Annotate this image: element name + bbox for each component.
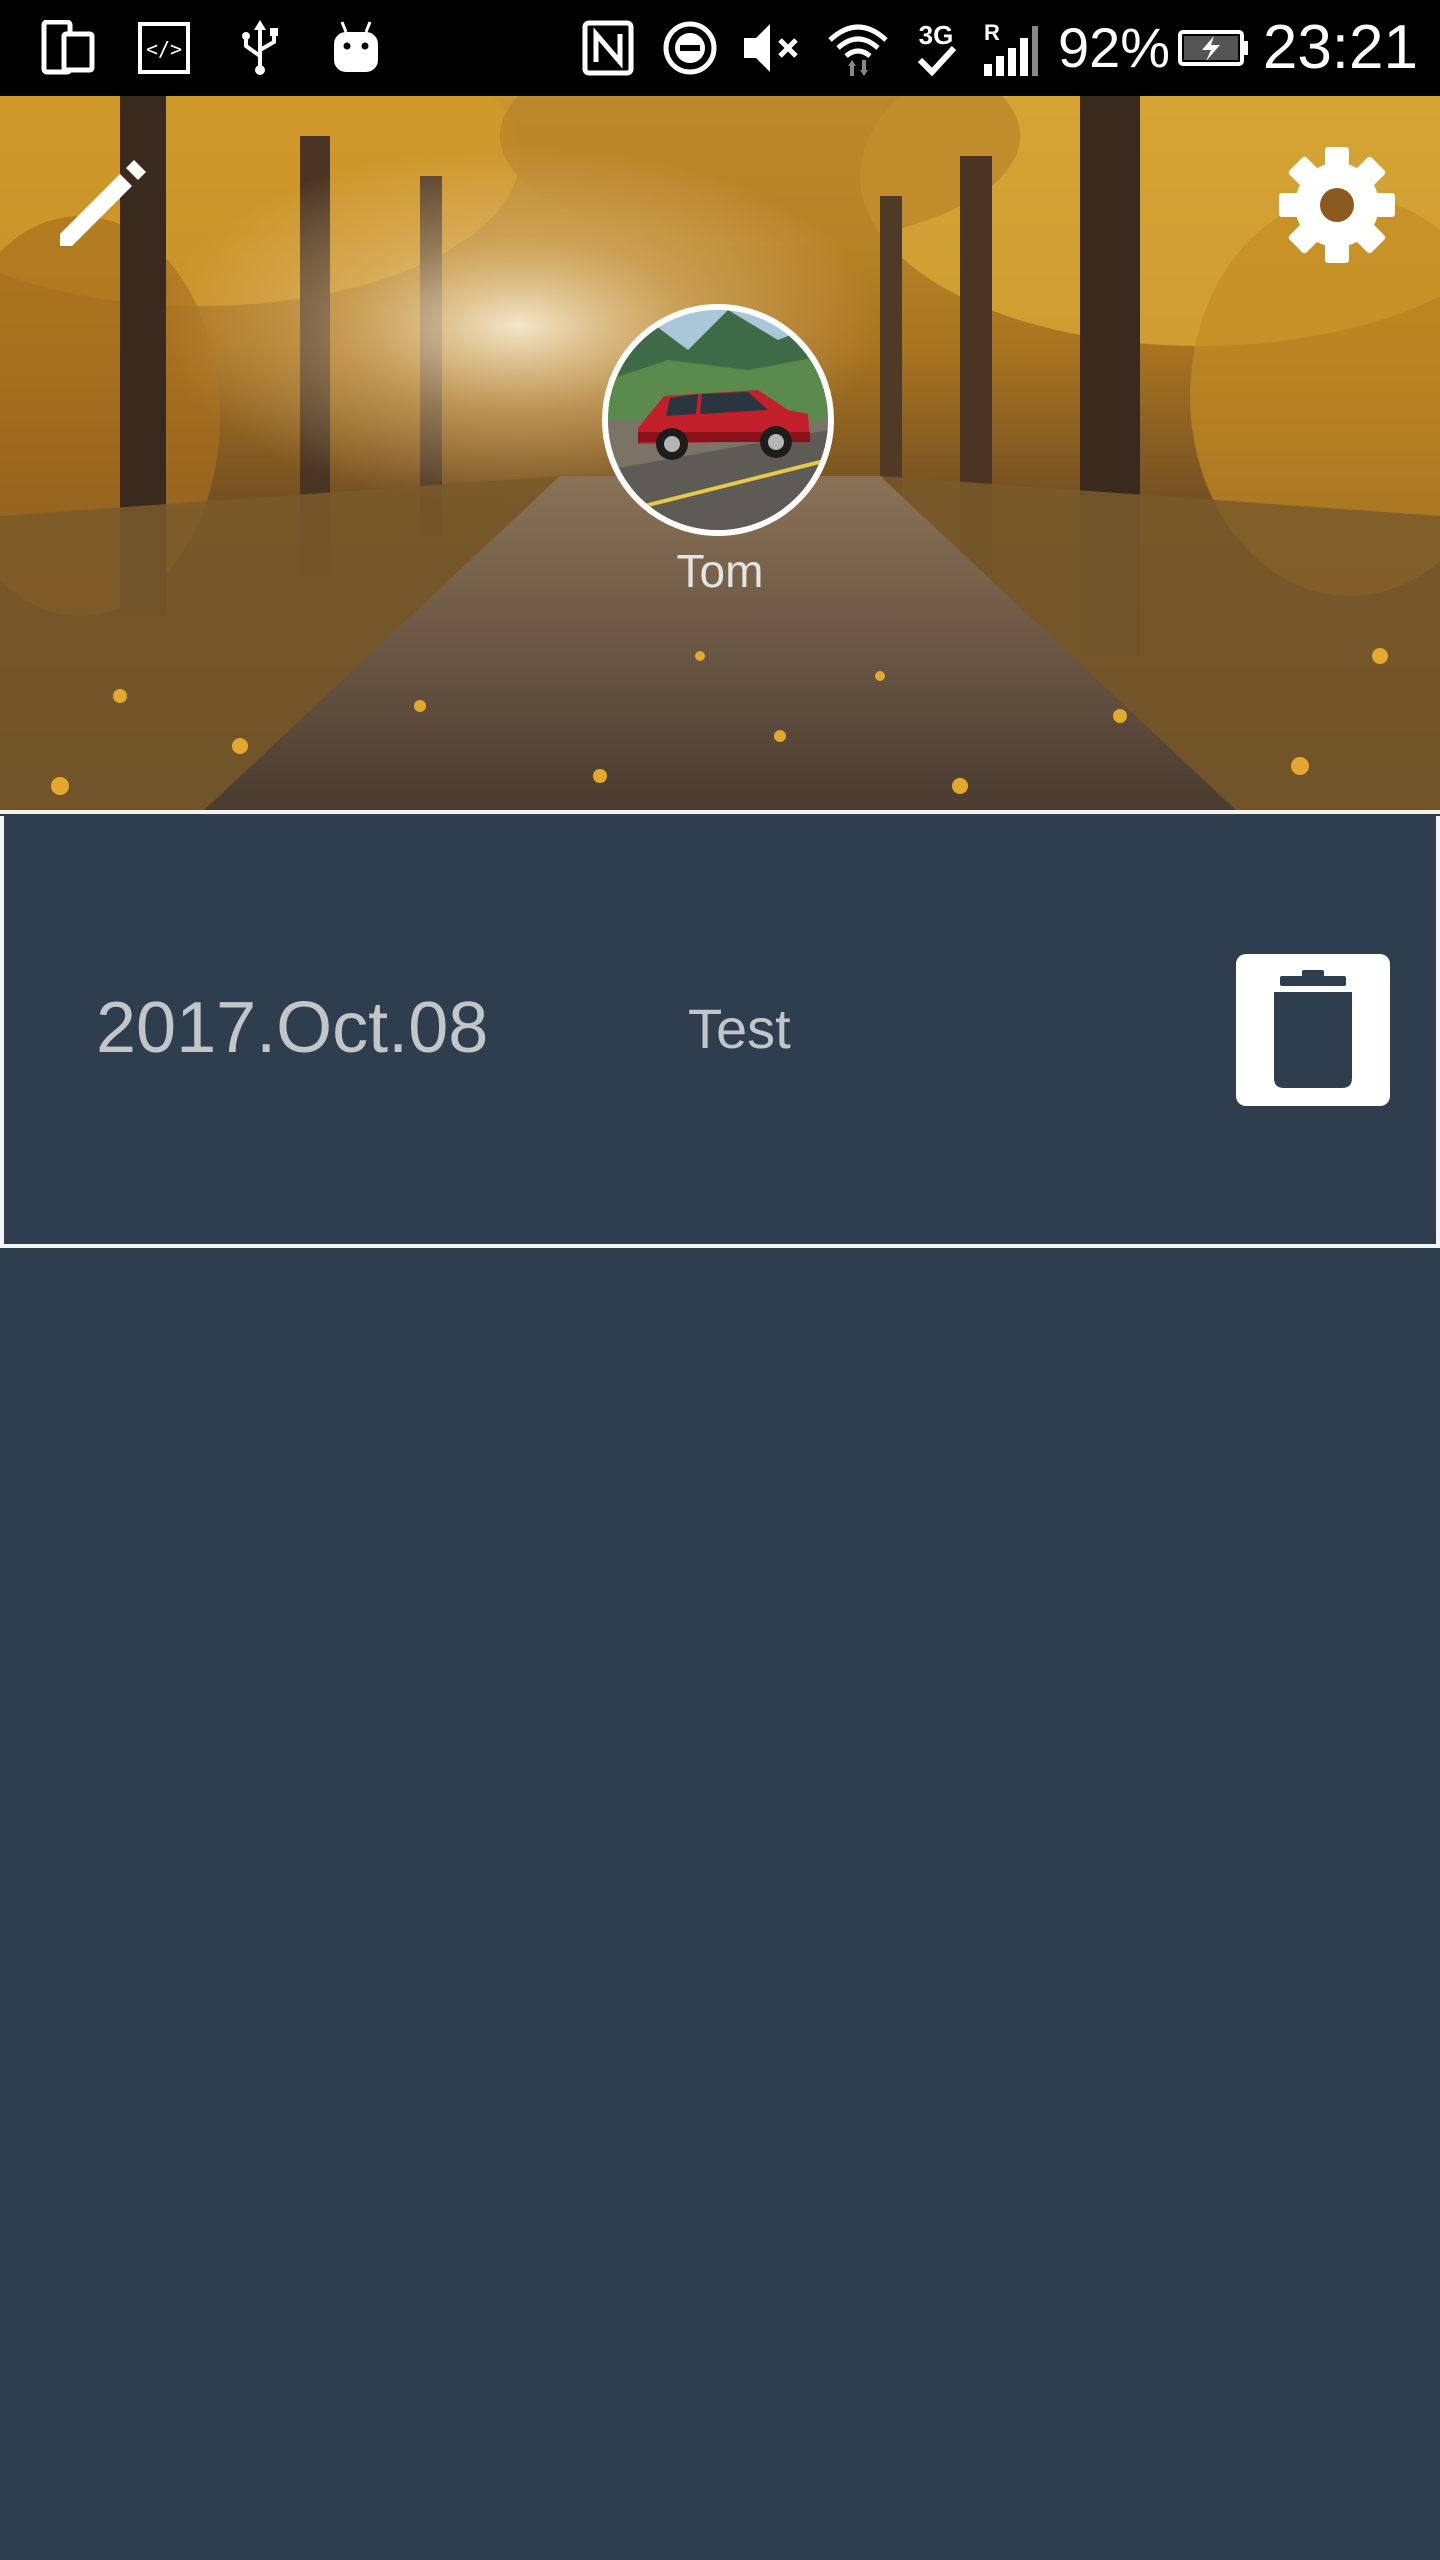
status-bar: </> 3G R 92% 23:21 <box>0 0 1440 96</box>
clock: 23:21 <box>1262 13 1418 82</box>
battery-percent: 92% <box>1058 16 1171 79</box>
battery-charging-icon <box>1178 28 1250 84</box>
gear-icon <box>1279 147 1395 263</box>
app-screen: </> 3G R 92% 23:21 Tom 2017.Oct.08 Test <box>0 0 1440 2560</box>
user-name: Tom <box>676 545 764 597</box>
delete-button[interactable] <box>1236 954 1390 1106</box>
entry-date: 2017.Oct.08 <box>96 988 489 1068</box>
do-not-disturb-icon <box>662 20 718 76</box>
car-photo <box>608 310 828 530</box>
signal-roaming-icon: R <box>980 20 1040 76</box>
profile-header: Tom <box>0 96 1440 814</box>
device-mirror-icon <box>40 20 96 76</box>
android-debug-icon <box>328 20 384 76</box>
wifi-icon <box>826 20 890 76</box>
roaming-label: R <box>984 20 1000 45</box>
entry-title: Test <box>688 997 791 1060</box>
network-3g-label: 3G <box>919 20 954 50</box>
pencil-icon <box>60 160 146 246</box>
trash-icon <box>1274 970 1352 1088</box>
list-item[interactable]: 2017.Oct.08 Test <box>0 816 1440 1248</box>
entry-list-empty-area <box>0 1248 1440 2560</box>
nfc-icon <box>582 20 634 76</box>
edit-button[interactable] <box>48 148 158 258</box>
settings-button[interactable] <box>1272 140 1402 270</box>
developer-code-icon: </> <box>136 20 192 76</box>
usb-icon <box>232 20 288 76</box>
svg-text:</>: </> <box>146 37 182 61</box>
avatar[interactable] <box>602 304 834 536</box>
network-3g-icon: 3G <box>912 20 960 77</box>
volume-muted-icon <box>740 20 804 76</box>
